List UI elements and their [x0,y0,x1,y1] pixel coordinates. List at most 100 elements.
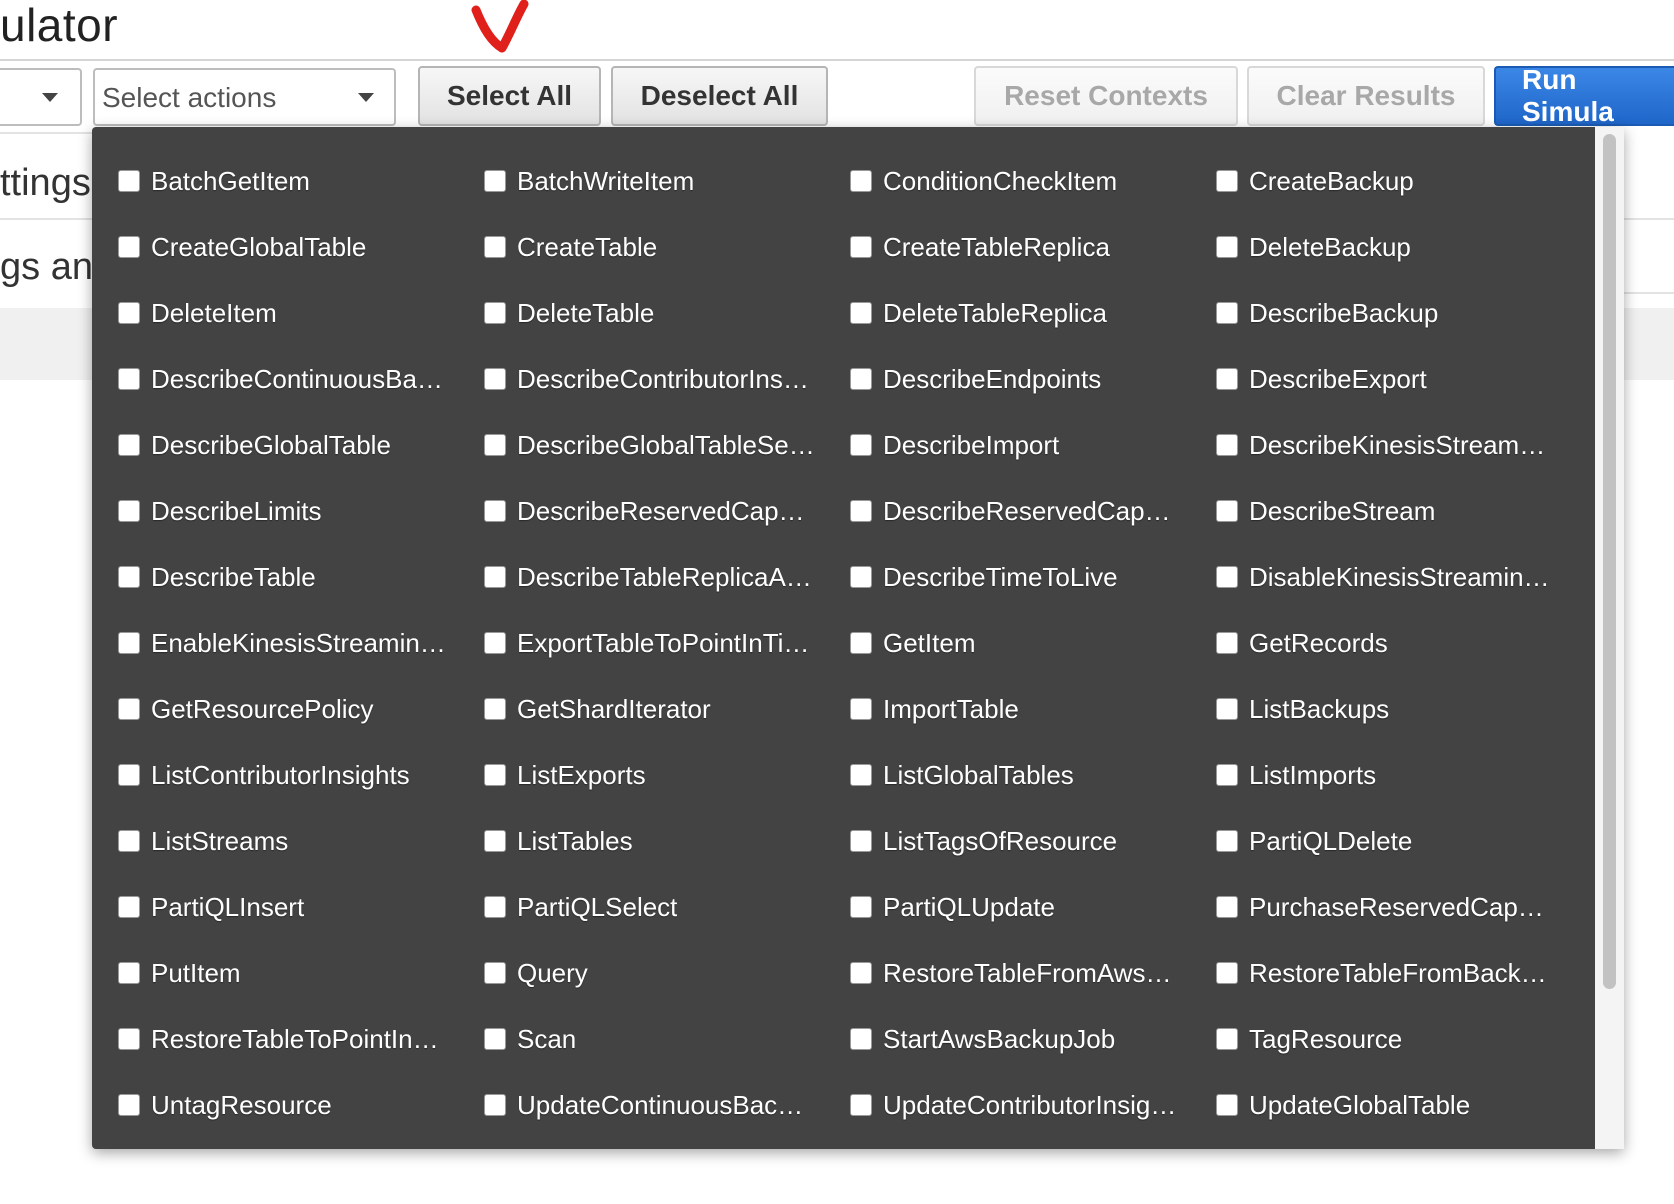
action-checkbox[interactable] [118,302,140,324]
action-checkbox[interactable] [118,698,140,720]
action-option[interactable]: BatchWriteItem [484,148,850,214]
action-checkbox[interactable] [484,236,506,258]
action-option[interactable]: PartiQLInsert [118,874,484,940]
action-checkbox[interactable] [1216,368,1238,390]
action-option[interactable]: DeleteItem [118,280,484,346]
action-checkbox[interactable] [1216,302,1238,324]
run-simulation-button[interactable]: Run Simula [1494,64,1674,127]
action-checkbox[interactable] [850,434,872,456]
action-checkbox[interactable] [484,1094,506,1116]
action-checkbox[interactable] [1216,566,1238,588]
action-checkbox[interactable] [484,368,506,390]
action-checkbox[interactable] [850,566,872,588]
action-option[interactable]: DeleteBackup [1216,214,1582,280]
action-checkbox[interactable] [118,368,140,390]
action-option[interactable]: CreateGlobalTable [118,214,484,280]
action-option[interactable]: StartAwsBackupJob [850,1006,1216,1072]
action-checkbox[interactable] [118,236,140,258]
scrollbar-thumb[interactable] [1603,134,1616,989]
action-option[interactable]: DescribeEndpoints [850,346,1216,412]
action-option[interactable]: CreateBackup [1216,148,1582,214]
action-option[interactable]: DeleteTableReplica [850,280,1216,346]
action-option[interactable]: PartiQLUpdate [850,874,1216,940]
action-checkbox[interactable] [118,1094,140,1116]
action-option[interactable]: DescribeTimeToLive [850,544,1216,610]
action-checkbox[interactable] [1216,962,1238,984]
select-all-button[interactable]: Select All [418,66,601,126]
action-checkbox[interactable] [484,500,506,522]
action-option[interactable]: DisableKinesisStreamin… [1216,544,1582,610]
action-option[interactable]: ExportTableToPointInTi… [484,610,850,676]
action-checkbox[interactable] [850,500,872,522]
action-checkbox[interactable] [484,1028,506,1050]
action-option[interactable]: DeleteTable [484,280,850,346]
action-checkbox[interactable] [850,236,872,258]
action-checkbox[interactable] [118,830,140,852]
action-option[interactable]: DescribeContributorIns… [484,346,850,412]
action-checkbox[interactable] [484,302,506,324]
action-option[interactable]: PartiQLDelete [1216,808,1582,874]
action-option[interactable]: RestoreTableFromAws… [850,940,1216,1006]
action-checkbox[interactable] [118,170,140,192]
action-option[interactable]: PurchaseReservedCap… [1216,874,1582,940]
action-option[interactable]: ListImports [1216,742,1582,808]
action-checkbox[interactable] [118,566,140,588]
action-option[interactable]: ListBackups [1216,676,1582,742]
action-checkbox[interactable] [484,830,506,852]
action-option[interactable]: RestoreTableToPointIn… [118,1006,484,1072]
action-checkbox[interactable] [1216,170,1238,192]
action-option[interactable]: PutItem [118,940,484,1006]
action-checkbox[interactable] [484,962,506,984]
clear-results-button[interactable]: Clear Results [1247,66,1485,126]
action-option[interactable]: ListExports [484,742,850,808]
action-checkbox[interactable] [850,764,872,786]
action-checkbox[interactable] [118,1028,140,1050]
action-option[interactable]: DescribeExport [1216,346,1582,412]
action-option[interactable]: DescribeImport [850,412,1216,478]
action-option[interactable]: EnableKinesisStreamin… [118,610,484,676]
action-option[interactable]: GetItem [850,610,1216,676]
action-option[interactable]: CreateTableReplica [850,214,1216,280]
action-option[interactable]: DescribeReservedCap… [484,478,850,544]
action-checkbox[interactable] [118,434,140,456]
action-checkbox[interactable] [1216,764,1238,786]
action-option[interactable]: UpdateContributorInsig… [850,1072,1216,1138]
actions-select[interactable]: Select actions [93,68,396,126]
action-option[interactable]: ListGlobalTables [850,742,1216,808]
action-option[interactable]: DescribeLimits [118,478,484,544]
action-option[interactable]: PartiQLSelect [484,874,850,940]
action-checkbox[interactable] [1216,236,1238,258]
action-checkbox[interactable] [484,698,506,720]
action-option[interactable]: DescribeTable [118,544,484,610]
action-checkbox[interactable] [850,1028,872,1050]
action-checkbox[interactable] [484,632,506,654]
action-option[interactable]: GetRecords [1216,610,1582,676]
action-option[interactable]: DescribeStream [1216,478,1582,544]
action-option[interactable]: GetResourcePolicy [118,676,484,742]
action-option[interactable]: DescribeGlobalTable [118,412,484,478]
action-option[interactable]: TagResource [1216,1006,1582,1072]
action-checkbox[interactable] [1216,1094,1238,1116]
action-option[interactable]: DescribeTableReplicaA… [484,544,850,610]
service-select[interactable] [0,68,82,126]
action-checkbox[interactable] [850,302,872,324]
action-checkbox[interactable] [118,632,140,654]
action-option[interactable]: UpdateGlobalTable [1216,1072,1582,1138]
action-option[interactable]: BatchGetItem [118,148,484,214]
action-option[interactable]: DescribeBackup [1216,280,1582,346]
action-option[interactable]: Scan [484,1006,850,1072]
action-option[interactable]: UntagResource [118,1072,484,1138]
action-checkbox[interactable] [1216,830,1238,852]
action-checkbox[interactable] [118,896,140,918]
action-checkbox[interactable] [850,1094,872,1116]
action-option[interactable]: ImportTable [850,676,1216,742]
reset-contexts-button[interactable]: Reset Contexts [974,66,1238,126]
action-checkbox[interactable] [850,170,872,192]
action-checkbox[interactable] [1216,698,1238,720]
action-option[interactable]: Query [484,940,850,1006]
action-checkbox[interactable] [118,962,140,984]
action-option[interactable]: DescribeKinesisStream… [1216,412,1582,478]
action-option[interactable]: ListStreams [118,808,484,874]
action-checkbox[interactable] [484,896,506,918]
action-option[interactable]: ListTagsOfResource [850,808,1216,874]
